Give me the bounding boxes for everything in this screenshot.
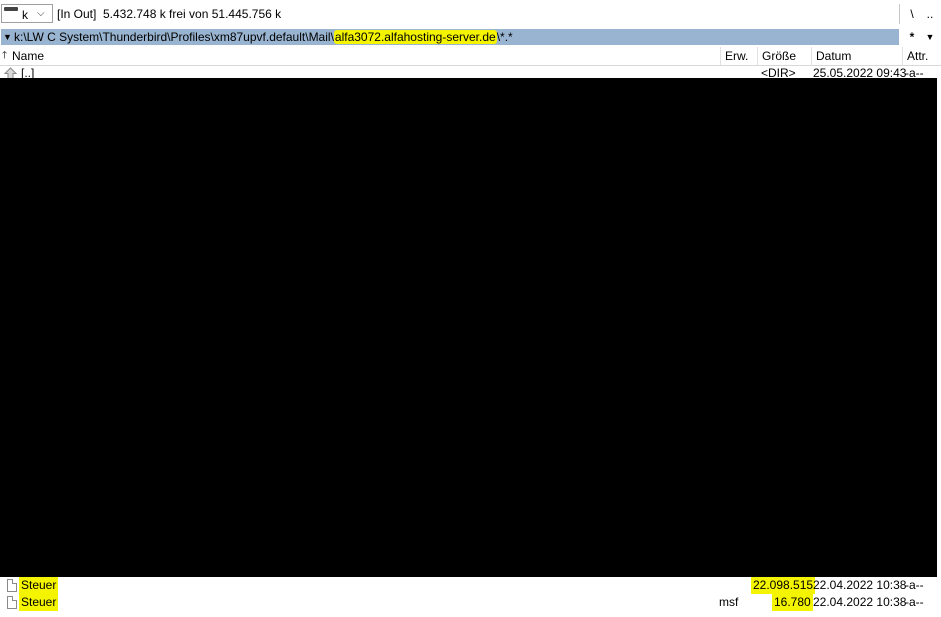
current-path[interactable]: k:\LW C System\Thunderbird\Profiles\xm87… (14, 29, 513, 45)
drive-icon (4, 7, 18, 11)
file-attr: -a-- (905, 578, 924, 592)
file-date: 22.04.2022 10:38 (813, 595, 907, 609)
column-size[interactable]: Größe (757, 47, 811, 65)
column-name[interactable]: Name (0, 47, 720, 65)
toolbar-divider (899, 4, 900, 24)
chevron-down-icon[interactable]: ⌵ (37, 7, 45, 21)
history-dropdown-icon[interactable]: ▼ (924, 29, 936, 45)
file-icon (7, 596, 17, 609)
file-name: Steuer (19, 594, 59, 611)
column-date[interactable]: Datum (811, 47, 902, 65)
column-attr[interactable]: Attr. (902, 47, 941, 65)
file-date: 22.04.2022 10:38 (813, 578, 907, 592)
file-size: 16.780 (772, 594, 813, 611)
drive-letter: k (22, 8, 28, 22)
path-suffix: \*.* (496, 30, 513, 44)
file-size: 22.098.515 (751, 577, 816, 594)
file-ext: msf (719, 595, 739, 609)
path-highlight: alfa3072.alfahosting-server.de (333, 30, 497, 44)
table-row[interactable]: Steuer 22.098.515 22.04.2022 10:38 -a-- (0, 577, 941, 594)
free-space-text: 5.432.748 k frei von 51.445.756 k (103, 7, 282, 21)
parent-folder-button[interactable]: .. (922, 6, 938, 22)
root-folder-button[interactable]: \ (905, 6, 919, 22)
filter-button[interactable]: * (906, 29, 918, 45)
table-row[interactable]: Steuer msf 16.780 22.04.2022 10:38 -a-- (0, 594, 941, 611)
file-name: Steuer (19, 577, 59, 594)
drive-label: [In Out] (57, 7, 97, 21)
column-ext[interactable]: Erw. (720, 47, 757, 65)
file-attr: -a-- (905, 595, 924, 609)
path-dropdown-icon[interactable]: ▼ (3, 29, 12, 45)
path-prefix: k:\LW C System\Thunderbird\Profiles\xm87… (14, 30, 334, 44)
file-icon (7, 579, 17, 592)
redacted-area (0, 78, 937, 577)
